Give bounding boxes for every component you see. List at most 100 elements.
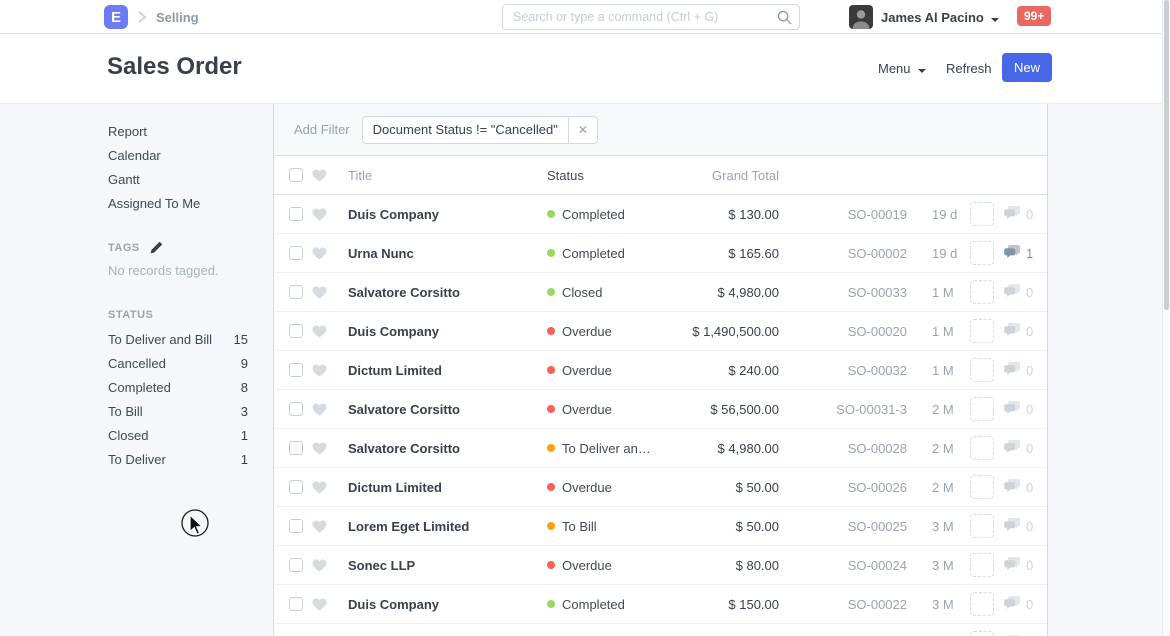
sidebar-view-item[interactable]: Gantt (108, 168, 248, 192)
sidebar-view-item[interactable]: Assigned To Me (108, 192, 248, 216)
status-item-label: Cancelled (108, 352, 166, 376)
comment-count: 0 (1026, 285, 1033, 300)
like-heart-icon[interactable] (312, 247, 328, 260)
sidebar-status-item[interactable]: To Deliver 1 (108, 448, 248, 472)
sidebar-status-item[interactable]: Completed 8 (108, 376, 248, 400)
row-checkbox[interactable] (289, 207, 303, 221)
user-menu[interactable]: James Al Pacino (881, 10, 999, 25)
row-checkbox[interactable] (289, 285, 303, 299)
status-item-label: Closed (108, 424, 148, 448)
menu-button[interactable]: Menu (878, 61, 926, 76)
filter-chip-label[interactable]: Document Status != "Cancelled" (363, 122, 568, 137)
sidebar-status-item[interactable]: To Bill 3 (108, 400, 248, 424)
status-dot-icon (547, 600, 555, 608)
assign-placeholder[interactable] (970, 319, 994, 343)
assign-placeholder[interactable] (970, 280, 994, 304)
table-row: Duis Company Completed $ 130.00 SO-00019… (274, 195, 1047, 234)
new-button[interactable]: New (1002, 53, 1052, 82)
filter-chip[interactable]: Document Status != "Cancelled" ✕ (362, 116, 598, 144)
table-row: Lorem Eget Limited To Bill $ 50.00 SO-00… (274, 507, 1047, 546)
row-status: Completed (547, 207, 672, 222)
row-age: 19 d (932, 246, 966, 261)
row-title-link[interactable]: Dictum Limited (348, 480, 547, 495)
row-age: 19 d (932, 207, 966, 222)
assign-placeholder[interactable] (970, 241, 994, 265)
assign-placeholder[interactable] (970, 553, 994, 577)
row-checkbox[interactable] (289, 558, 303, 572)
row-status: Completed (547, 597, 672, 612)
like-heart-icon[interactable] (312, 598, 328, 611)
row-title-link[interactable]: Dictum Limited (348, 363, 547, 378)
sidebar-status-item[interactable]: Closed 1 (108, 424, 248, 448)
chevron-down-icon (918, 69, 926, 73)
like-heart-icon[interactable] (312, 520, 328, 533)
row-age: 3 M (932, 558, 966, 573)
assign-placeholder[interactable] (970, 358, 994, 382)
like-heart-icon[interactable] (312, 286, 328, 299)
row-document-id: SO-00028 (779, 441, 907, 456)
status-item-count: 1 (241, 448, 248, 472)
table-row: Salvatore Corsitto To Deliver an… $ 4,98… (274, 429, 1047, 468)
row-document-id: SO-00019 (779, 207, 907, 222)
assign-placeholder[interactable] (970, 397, 994, 421)
row-comments: 0 (1004, 440, 1033, 457)
status-item-count: 9 (241, 352, 248, 376)
row-title-link[interactable]: Duis Company (348, 324, 547, 339)
row-checkbox[interactable] (289, 324, 303, 338)
app-logo[interactable]: E (104, 5, 128, 29)
like-heart-icon[interactable] (312, 403, 328, 416)
assign-placeholder[interactable] (970, 631, 994, 636)
filter-area: Add Filter Document Status != "Cancelled… (274, 104, 1047, 156)
row-title-link[interactable]: Urna Nunc (348, 246, 547, 261)
like-heart-icon[interactable] (312, 559, 328, 572)
select-all-checkbox[interactable] (289, 168, 303, 182)
breadcrumb[interactable]: Selling (156, 10, 199, 25)
row-checkbox[interactable] (289, 246, 303, 260)
row-checkbox[interactable] (289, 363, 303, 377)
row-title-link[interactable]: Sonec LLP (348, 558, 547, 573)
edit-tags-icon[interactable] (150, 241, 163, 254)
status-item-count: 8 (241, 376, 248, 400)
row-checkbox[interactable] (289, 597, 303, 611)
assign-placeholder[interactable] (970, 592, 994, 616)
top-navbar: E Selling James Al Pacino 99+ (0, 0, 1170, 34)
status-section-heading: STATUS (108, 309, 248, 321)
row-title-link[interactable]: Salvatore Corsitto (348, 402, 547, 417)
row-checkbox[interactable] (289, 519, 303, 533)
row-title-link[interactable]: Duis Company (348, 207, 547, 222)
row-title-link[interactable]: Duis Company (348, 597, 547, 612)
table-row: Dictum Limited Overdue $ 240.00 SO-00032… (274, 351, 1047, 390)
search-input[interactable] (502, 4, 800, 30)
like-heart-icon[interactable] (312, 481, 328, 494)
tags-section-heading: TAGS (108, 241, 248, 254)
like-heart-icon[interactable] (312, 364, 328, 377)
row-title-link[interactable]: Salvatore Corsitto (348, 285, 547, 300)
row-status: Completed (547, 246, 672, 261)
sidebar-status-item[interactable]: To Deliver and Bill 15 (108, 328, 248, 352)
assign-placeholder[interactable] (970, 436, 994, 460)
assign-placeholder[interactable] (970, 202, 994, 226)
like-heart-icon[interactable] (312, 208, 328, 221)
status-label: Completed (562, 246, 625, 261)
scrollbar-thumb[interactable] (1164, 0, 1169, 310)
row-checkbox[interactable] (289, 402, 303, 416)
sidebar-view-item[interactable]: Report (108, 120, 248, 144)
assign-placeholder[interactable] (970, 514, 994, 538)
row-checkbox[interactable] (289, 480, 303, 494)
status-dot-icon (547, 561, 555, 569)
status-dot-icon (547, 483, 555, 491)
row-title-link[interactable]: Salvatore Corsitto (348, 441, 547, 456)
like-heart-icon[interactable] (312, 442, 328, 455)
row-title-link[interactable]: Lorem Eget Limited (348, 519, 547, 534)
sidebar-status-item[interactable]: Cancelled 9 (108, 352, 248, 376)
user-avatar[interactable] (849, 5, 873, 29)
row-checkbox[interactable] (289, 441, 303, 455)
sidebar-view-item[interactable]: Calendar (108, 144, 248, 168)
refresh-button[interactable]: Refresh (946, 61, 992, 76)
remove-filter-icon[interactable]: ✕ (568, 117, 597, 143)
like-heart-icon[interactable] (312, 325, 328, 338)
comment-count: 0 (1026, 324, 1033, 339)
notification-badge[interactable]: 99+ (1017, 6, 1051, 26)
assign-placeholder[interactable] (970, 475, 994, 499)
add-filter-button[interactable]: Add Filter (294, 122, 350, 137)
